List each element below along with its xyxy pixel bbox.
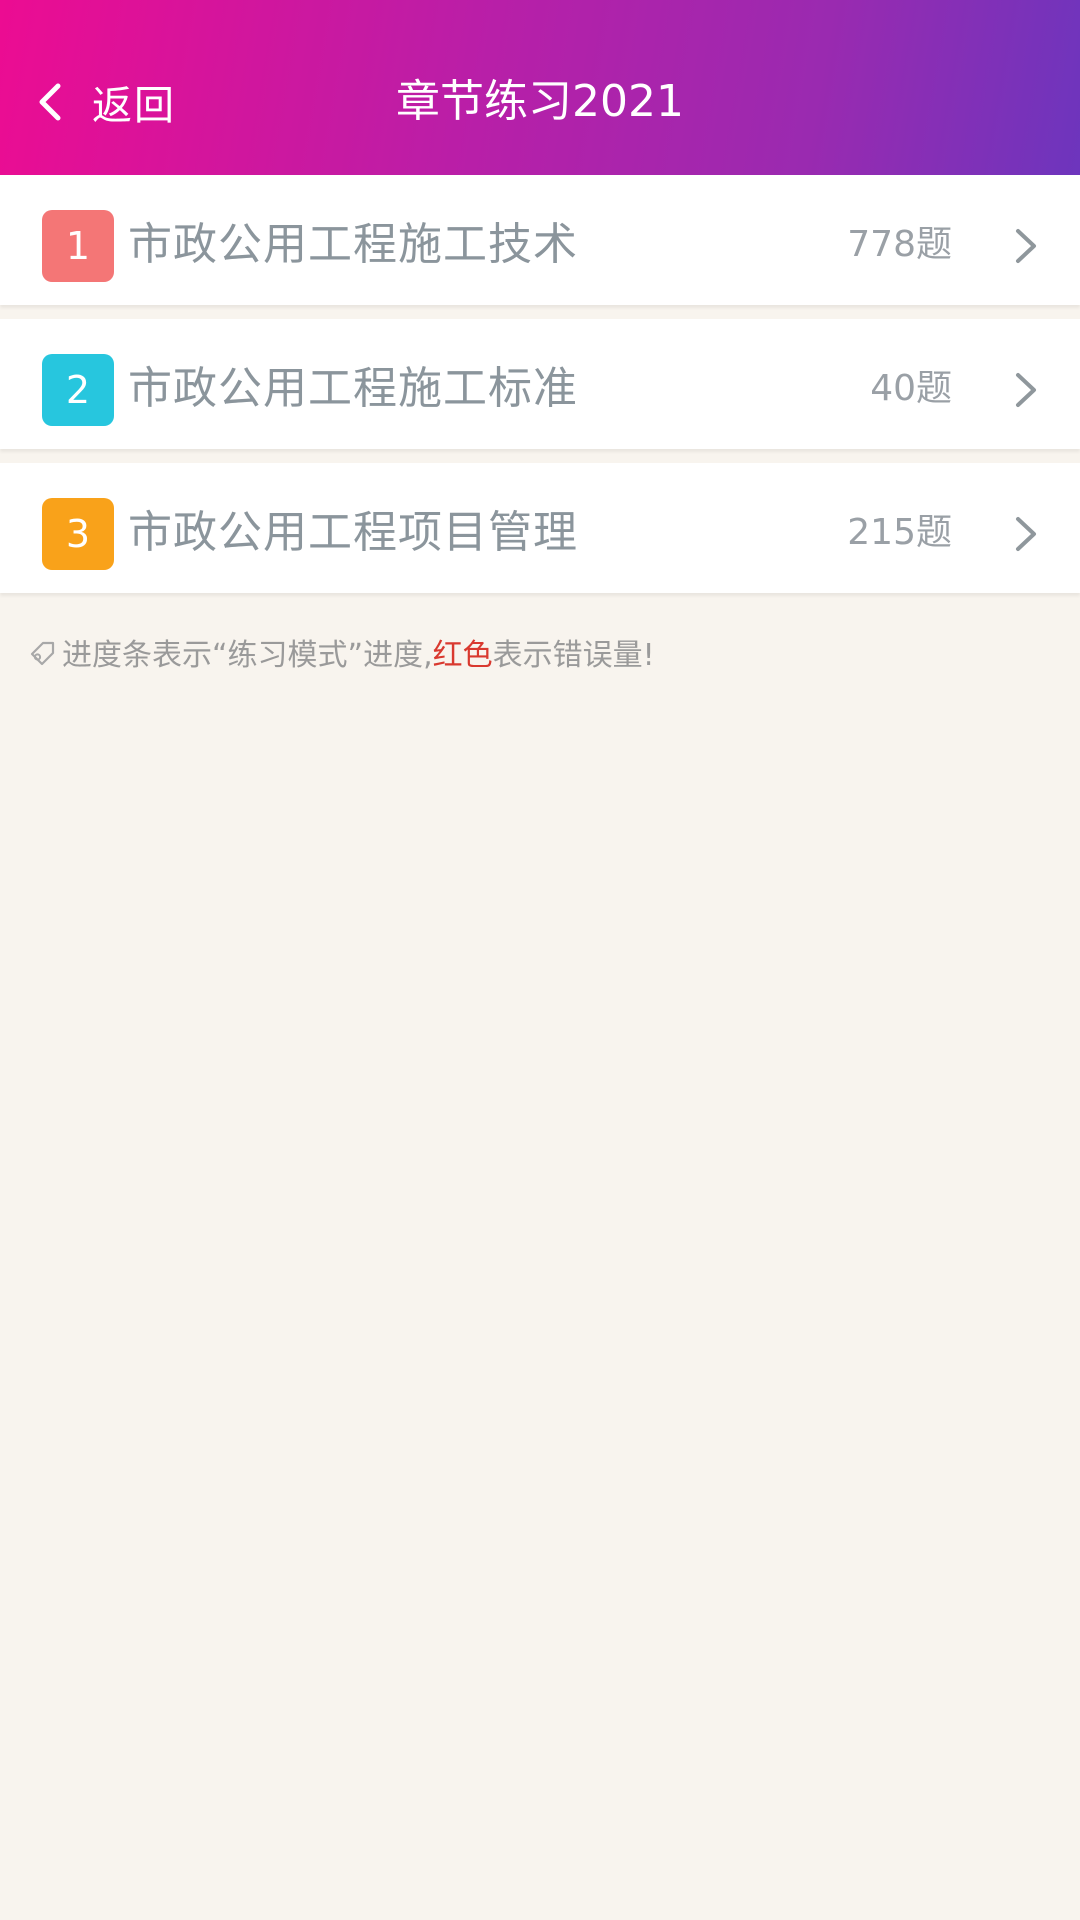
chapter-list: 1 市政公用工程施工技术 778题 2 市政公用工程施工标准 40题 3 市政公… <box>0 175 1080 607</box>
chapter-title: 市政公用工程施工技术 <box>128 219 578 270</box>
chevron-right-icon <box>1016 229 1036 263</box>
chapter-index-badge: 1 <box>42 210 114 282</box>
hint-text-red: 红色 <box>432 638 493 673</box>
chapter-title: 市政公用工程施工标准 <box>128 363 578 414</box>
chapter-index-badge: 3 <box>42 498 114 570</box>
chapter-row-1[interactable]: 1 市政公用工程施工技术 778题 <box>0 175 1080 305</box>
chapter-row-2[interactable]: 2 市政公用工程施工标准 40题 <box>0 319 1080 449</box>
hint-text-after: 表示错误量! <box>492 638 655 673</box>
header-bar: 返回 章节练习2021 <box>0 0 1080 175</box>
chapter-index-badge: 2 <box>42 354 114 426</box>
question-count: 778题 <box>847 224 952 265</box>
chapter-title: 市政公用工程项目管理 <box>128 507 578 558</box>
chevron-right-icon <box>1016 373 1036 407</box>
chapter-row-3[interactable]: 3 市政公用工程项目管理 215题 <box>0 463 1080 593</box>
progress-hint: 进度条表示“练习模式”进度, 红色 表示错误量! <box>28 630 655 674</box>
hint-text-before: 进度条表示“练习模式”进度, <box>62 638 433 673</box>
question-count: 215题 <box>847 512 952 553</box>
page-title: 章节练习2021 <box>396 76 684 127</box>
chevron-right-icon <box>1016 517 1036 551</box>
tag-icon <box>30 641 55 666</box>
question-count: 40题 <box>870 368 952 409</box>
